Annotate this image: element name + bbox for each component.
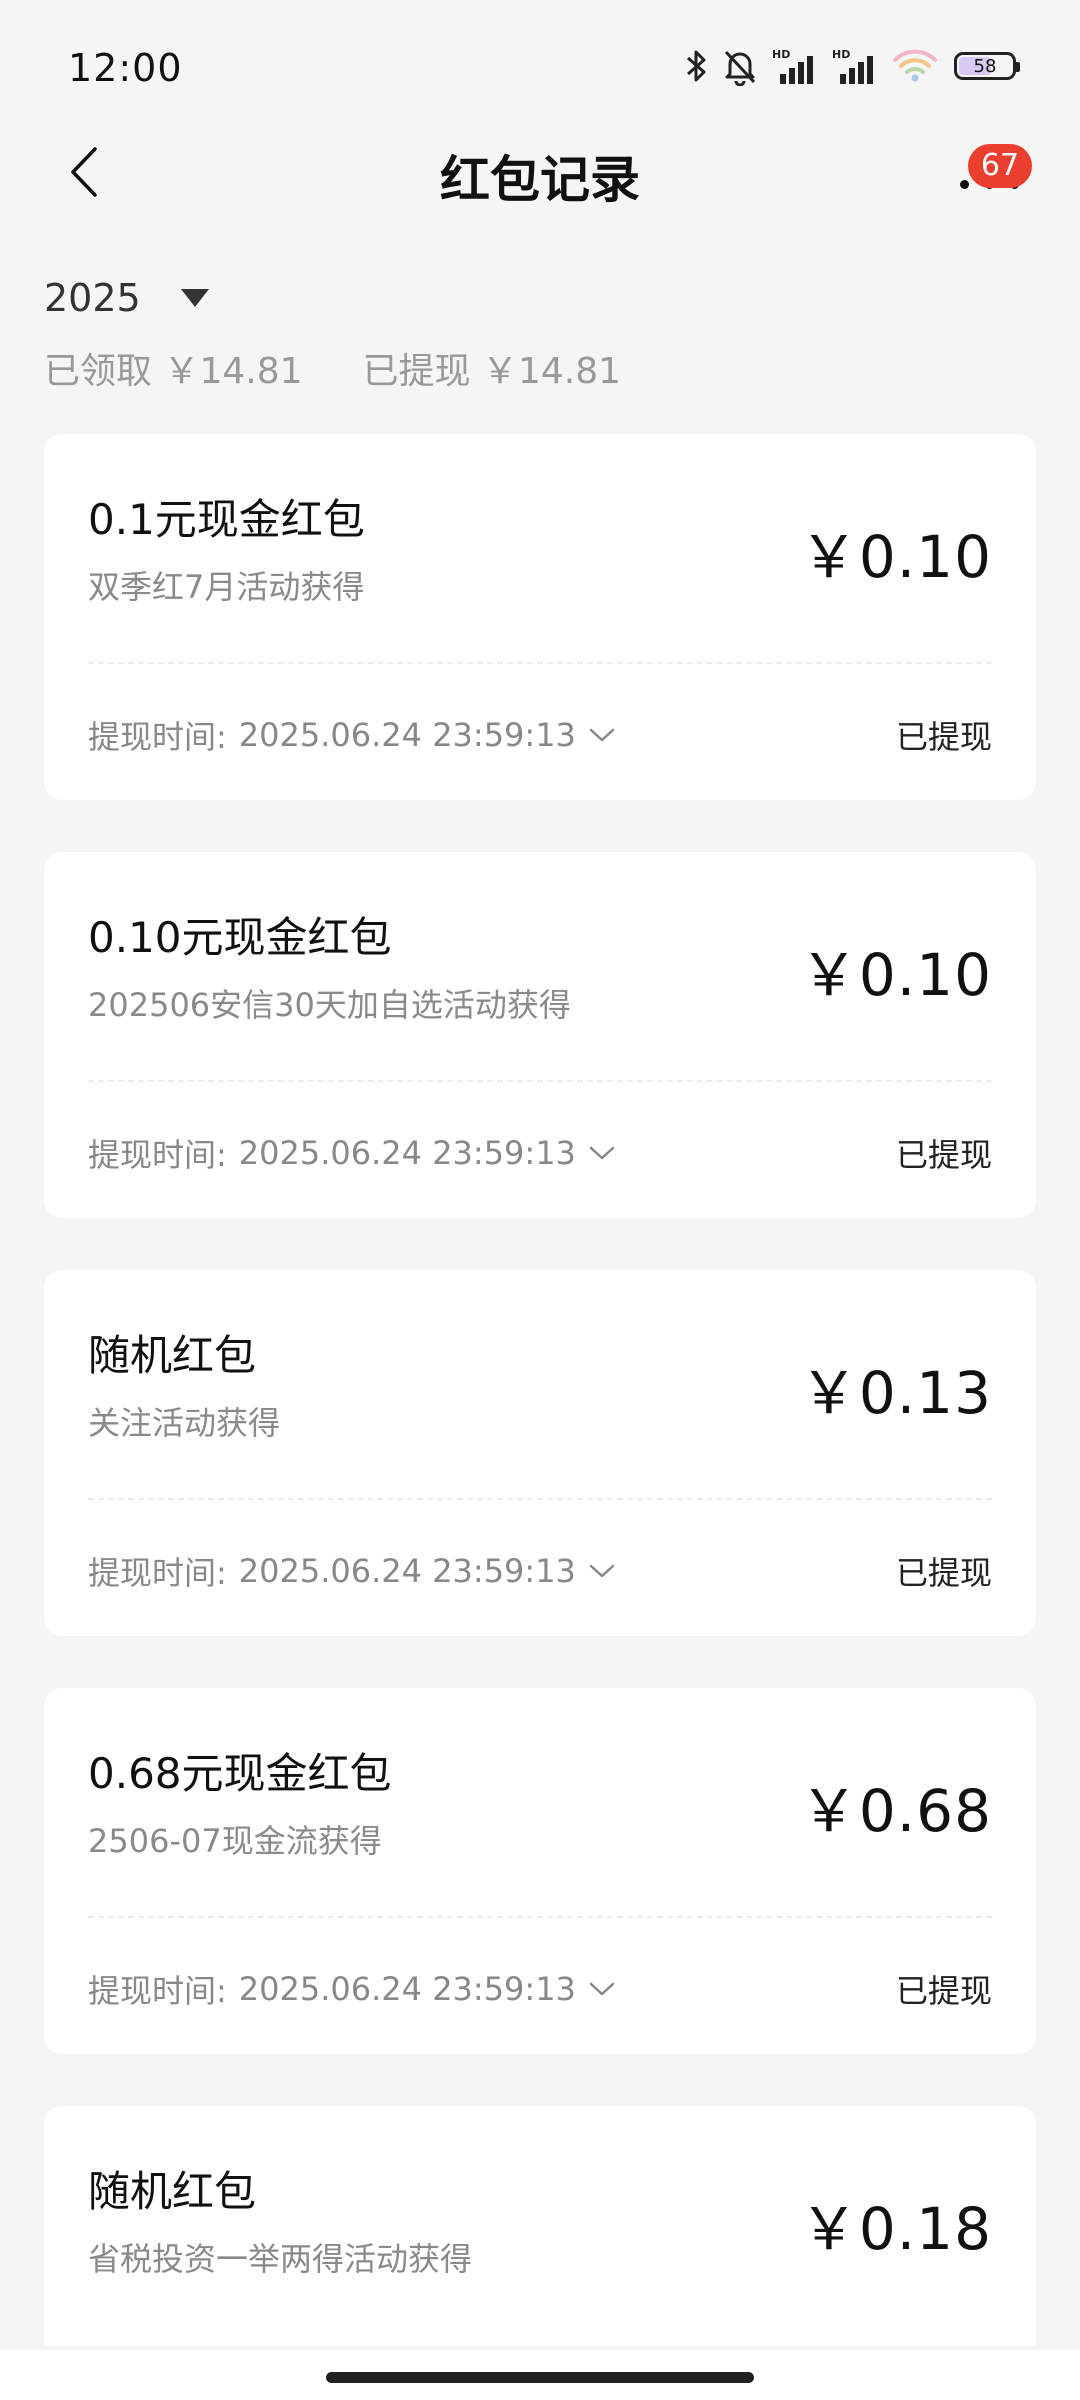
withdraw-time-value: 2025.06.24 23:59:13 xyxy=(238,1970,576,2008)
status-badge: 已提现 xyxy=(895,1136,992,1174)
hd-signal-icon: HD xyxy=(772,48,813,84)
withdraw-time-toggle[interactable]: 提现时间: 2025.06.24 23:59:13 xyxy=(88,1130,616,1176)
chevron-down-icon xyxy=(589,1982,615,1996)
card-source: 202506安信30天加自选活动获得 xyxy=(88,986,571,1024)
status-bar: 12:00 HD HD 58 xyxy=(0,0,1080,130)
totals-row: 已领取 ￥14.81 已提现 ￥14.81 xyxy=(44,342,1044,394)
card-title: 随机红包 xyxy=(88,2167,257,2216)
year-label: 2025 xyxy=(44,276,141,320)
year-selector[interactable]: 2025 xyxy=(44,270,1044,326)
wifi-icon xyxy=(893,49,937,82)
hd-label: HD xyxy=(832,48,850,61)
card-divider xyxy=(88,662,992,664)
card-amount: ￥0.13 xyxy=(799,1359,992,1427)
withdraw-time-label: 提现时间: xyxy=(88,1554,227,1592)
card-source: 双季红7月活动获得 xyxy=(88,568,365,606)
card-source: 关注活动获得 xyxy=(88,1404,281,1442)
red-packet-card[interactable]: 0.1元现金红包 双季红7月活动获得 ￥0.10 提现时间: 2025.06.2… xyxy=(44,434,1036,800)
withdrawn-total: 已提现 ￥14.81 xyxy=(362,351,622,392)
bluetooth-icon xyxy=(687,50,706,82)
card-title: 0.1元现金红包 xyxy=(88,495,365,544)
home-indicator[interactable] xyxy=(326,2372,754,2383)
card-source: 2506-07现金流获得 xyxy=(88,1822,382,1860)
battery-icon: 58 xyxy=(954,52,1020,80)
card-amount: ￥0.68 xyxy=(799,1777,992,1845)
withdraw-time-value: 2025.06.24 23:59:13 xyxy=(238,1552,576,1590)
card-title: 0.10元现金红包 xyxy=(88,913,392,962)
caret-down-icon xyxy=(180,289,209,307)
red-packet-card[interactable]: 0.68元现金红包 2506-07现金流获得 ￥0.68 提现时间: 2025.… xyxy=(44,1688,1036,2054)
card-amount: ￥0.10 xyxy=(799,941,992,1009)
withdraw-time-label: 提现时间: xyxy=(88,1972,227,2010)
bell-muted-icon xyxy=(724,50,756,86)
withdraw-time-value: 2025.06.24 23:59:13 xyxy=(238,716,576,754)
withdraw-time-toggle[interactable]: 提现时间: 2025.06.24 23:59:13 xyxy=(88,712,616,758)
notification-badge: 67 xyxy=(968,144,1032,188)
red-packet-card[interactable]: 0.10元现金红包 202506安信30天加自选活动获得 ￥0.10 提现时间:… xyxy=(44,852,1036,1218)
page-title: 红包记录 xyxy=(440,151,640,209)
red-packet-card[interactable]: 随机红包 省税投资一举两得活动获得 ￥0.18 xyxy=(44,2106,1036,2346)
status-badge: 已提现 xyxy=(895,1554,992,1592)
hd-signal-icon: HD xyxy=(832,48,873,84)
withdraw-time-label: 提现时间: xyxy=(88,1136,227,1174)
withdraw-time-toggle[interactable]: 提现时间: 2025.06.24 23:59:13 xyxy=(88,1966,616,2012)
red-packet-records-page: 12:00 HD HD 58 红包记录 67 2025 已领取 ￥14.81 已… xyxy=(0,0,1080,2400)
card-title: 随机红包 xyxy=(88,1331,257,1380)
hd-label: HD xyxy=(772,48,790,61)
battery-level: 58 xyxy=(973,55,997,77)
withdraw-time-value: 2025.06.24 23:59:13 xyxy=(238,1134,576,1172)
received-total: 已领取 ￥14.81 xyxy=(44,351,303,392)
red-packet-card[interactable]: 随机红包 关注活动获得 ￥0.13 提现时间: 2025.06.24 23:59… xyxy=(44,1270,1036,1636)
card-divider xyxy=(88,1080,992,1082)
status-badge: 已提现 xyxy=(895,1972,992,2010)
card-divider xyxy=(88,1498,992,1500)
withdraw-time-toggle[interactable]: 提现时间: 2025.06.24 23:59:13 xyxy=(88,1548,616,1594)
home-bar xyxy=(0,2350,1080,2400)
summary-section: 2025 已领取 ￥14.81 已提现 ￥14.81 xyxy=(44,270,1044,394)
withdraw-time-label: 提现时间: xyxy=(88,718,227,756)
status-icons: HD HD 58 xyxy=(684,44,1020,88)
status-badge: 已提现 xyxy=(895,718,992,756)
card-amount: ￥0.10 xyxy=(799,523,992,591)
chevron-down-icon xyxy=(589,1564,615,1578)
chevron-down-icon xyxy=(589,1146,615,1160)
card-divider xyxy=(88,1916,992,1918)
more-button[interactable]: 67 xyxy=(950,144,1032,206)
status-time: 12:00 xyxy=(68,46,183,90)
chevron-down-icon xyxy=(589,728,615,742)
nav-bar: 红包记录 67 xyxy=(0,120,1080,220)
card-title: 0.68元现金红包 xyxy=(88,1749,392,1798)
card-source: 省税投资一举两得活动获得 xyxy=(88,2240,473,2278)
card-amount: ￥0.18 xyxy=(799,2195,992,2263)
